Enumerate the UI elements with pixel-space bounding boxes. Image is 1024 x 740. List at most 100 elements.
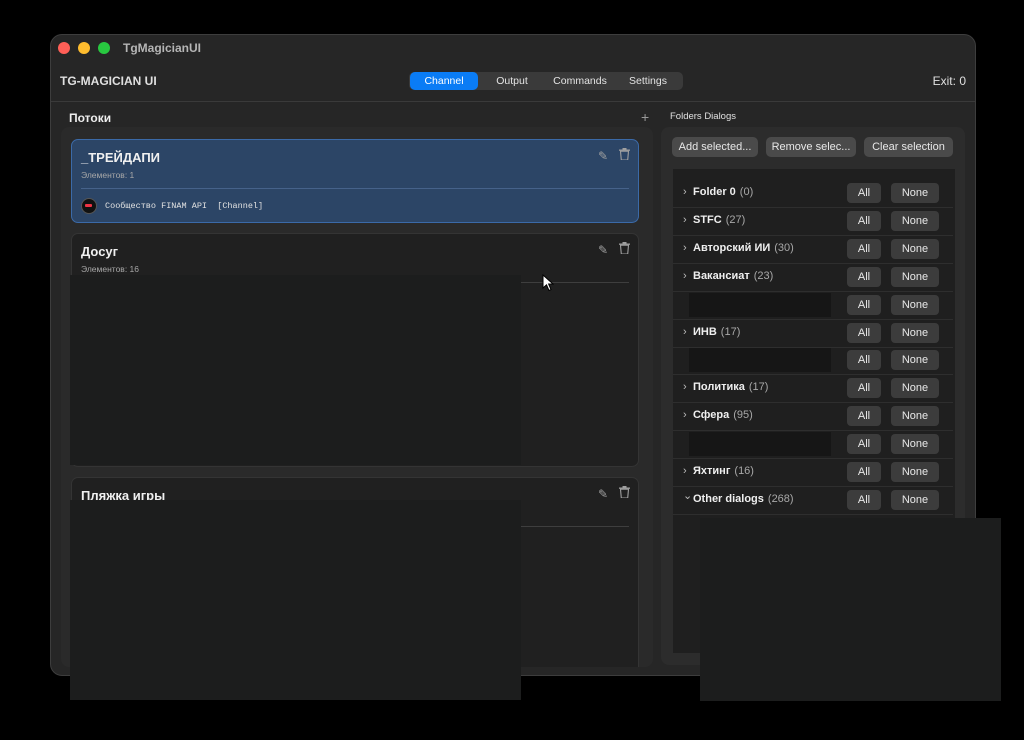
select-all-button[interactable]: All (847, 266, 881, 287)
folder-count: (268) (767, 492, 794, 505)
select-none-button[interactable]: None (891, 406, 939, 427)
select-none-button[interactable]: None (891, 238, 939, 259)
folder-row[interactable]: All None (673, 430, 953, 460)
add-selected-button[interactable]: Add selected... (672, 137, 758, 157)
folder-row[interactable]: › Яхтинг (16) All None (673, 458, 953, 487)
folder-name: Политика (17) (693, 381, 768, 393)
chevron-right-icon[interactable]: › (683, 186, 687, 198)
folder-name: Авторский ИИ (30) (693, 242, 794, 254)
toolbar: TG-MAGICIAN UI Channel Output Commands S… (51, 63, 975, 102)
folder-row[interactable]: All None (673, 291, 953, 320)
select-all-button[interactable]: All (847, 434, 881, 455)
select-none-button[interactable]: None (891, 462, 939, 482)
remove-selected-button[interactable]: Remove selec... (766, 137, 856, 157)
select-none-button[interactable]: None (891, 210, 939, 231)
tab-output[interactable]: Output (478, 72, 546, 90)
redacted-folder-name (689, 292, 831, 317)
folder-row[interactable]: › ИНВ (17) All None (673, 319, 953, 348)
folder-row[interactable]: All None (673, 346, 953, 376)
chevron-right-icon[interactable]: › (683, 214, 687, 226)
folder-count: (95) (733, 409, 753, 422)
pencil-icon[interactable]: ✎ (598, 243, 608, 257)
folder-name: Яхтинг (16) (693, 465, 754, 477)
folder-name-text: STFC (693, 213, 722, 226)
select-none-button[interactable]: None (891, 350, 939, 371)
select-all-button[interactable]: All (847, 378, 881, 399)
folder-row[interactable]: › Авторский ИИ (30) All None (673, 235, 953, 264)
folder-count: (27) (725, 213, 746, 226)
select-all-button[interactable]: All (847, 350, 881, 371)
app-title: TG-MAGICIAN UI (60, 74, 157, 88)
folder-count: (17) (748, 381, 769, 394)
select-all-button[interactable]: All (847, 238, 881, 259)
chevron-right-icon[interactable]: › (683, 326, 687, 338)
select-all-button[interactable]: All (847, 294, 881, 315)
close-window-button[interactable] (58, 42, 70, 54)
folder-count: (0) (739, 186, 754, 198)
folder-name-text: Политика (693, 381, 745, 394)
folder-name-text: Сфера (693, 409, 730, 422)
select-all-button[interactable]: All (847, 183, 881, 203)
folder-name: Сфера (95) (693, 409, 753, 421)
folder-row[interactable]: › STFC (27) All None (673, 207, 953, 236)
stream-title: Досуг (81, 244, 119, 259)
chevron-right-icon[interactable]: › (683, 381, 687, 393)
folder-name-text: Яхтинг (693, 465, 731, 477)
chevron-right-icon[interactable]: › (683, 409, 687, 421)
select-all-button[interactable]: All (847, 210, 881, 231)
redaction-block (70, 500, 521, 700)
folder-name: Вакансиат (23) (693, 270, 773, 282)
trash-icon[interactable] (619, 148, 630, 160)
clear-selection-button[interactable]: Clear selection (864, 137, 953, 157)
select-all-button[interactable]: All (847, 406, 881, 427)
folder-count: (17) (720, 325, 741, 338)
folder-row[interactable]: › Сфера (95) All None (673, 402, 953, 432)
select-none-button[interactable]: None (891, 183, 939, 203)
tab-channel[interactable]: Channel (410, 72, 478, 90)
chevron-right-icon[interactable]: › (683, 270, 687, 282)
folder-name: Folder 0 (0) (693, 186, 753, 198)
card-divider (81, 188, 629, 189)
select-all-button[interactable]: All (847, 462, 881, 482)
folder-name-text: Folder 0 (693, 186, 736, 198)
folder-count: (30) (774, 241, 794, 254)
folder-count: (16) (734, 465, 754, 477)
folder-name-text: Авторский ИИ (693, 241, 771, 254)
tab-commands[interactable]: Commands (546, 72, 614, 90)
redacted-folder-name (689, 348, 831, 373)
select-all-button[interactable]: All (847, 489, 881, 510)
channel-label: Сообщество FINAM API [Channel] (105, 201, 264, 211)
chevron-down-icon[interactable]: ⌄ (683, 489, 692, 502)
folder-row[interactable]: › Folder 0 (0) All None (673, 179, 953, 208)
select-none-button[interactable]: None (891, 489, 939, 510)
folder-name: Other dialogs (268) (693, 493, 794, 505)
folder-row[interactable]: › Вакансиат (23) All None (673, 263, 953, 292)
zoom-window-button[interactable] (98, 42, 110, 54)
add-stream-button[interactable]: + (641, 109, 649, 125)
select-none-button[interactable]: None (891, 266, 939, 287)
folder-row[interactable]: ⌄ Other dialogs (268) All None (673, 486, 953, 515)
stream-card[interactable]: _ТРЕЙДАПИ Элементов: 1 ✎ Сообщество FINA… (71, 139, 639, 223)
select-none-button[interactable]: None (891, 294, 939, 315)
stream-count: Элементов: 16 (81, 264, 139, 274)
select-none-button[interactable]: None (891, 322, 939, 343)
chevron-right-icon[interactable]: › (683, 465, 687, 477)
pencil-icon[interactable]: ✎ (598, 149, 608, 163)
trash-icon[interactable] (619, 486, 630, 498)
redaction-block (700, 518, 1001, 701)
channel-item[interactable]: Сообщество FINAM API [Channel] (81, 198, 263, 214)
folder-name: ИНВ (17) (693, 326, 740, 338)
chevron-right-icon[interactable]: › (683, 242, 687, 254)
select-none-button[interactable]: None (891, 434, 939, 455)
folder-name-text: Вакансиат (693, 269, 750, 282)
tab-settings[interactable]: Settings (614, 72, 682, 90)
minimize-window-button[interactable] (78, 42, 90, 54)
exit-status: Exit: 0 (932, 74, 966, 88)
select-all-button[interactable]: All (847, 322, 881, 343)
stream-title: _ТРЕЙДАПИ (81, 150, 161, 165)
folder-name-text: ИНВ (693, 325, 717, 338)
pencil-icon[interactable]: ✎ (598, 487, 608, 501)
select-none-button[interactable]: None (891, 378, 939, 399)
folder-row[interactable]: › Политика (17) All None (673, 374, 953, 404)
trash-icon[interactable] (619, 242, 630, 254)
